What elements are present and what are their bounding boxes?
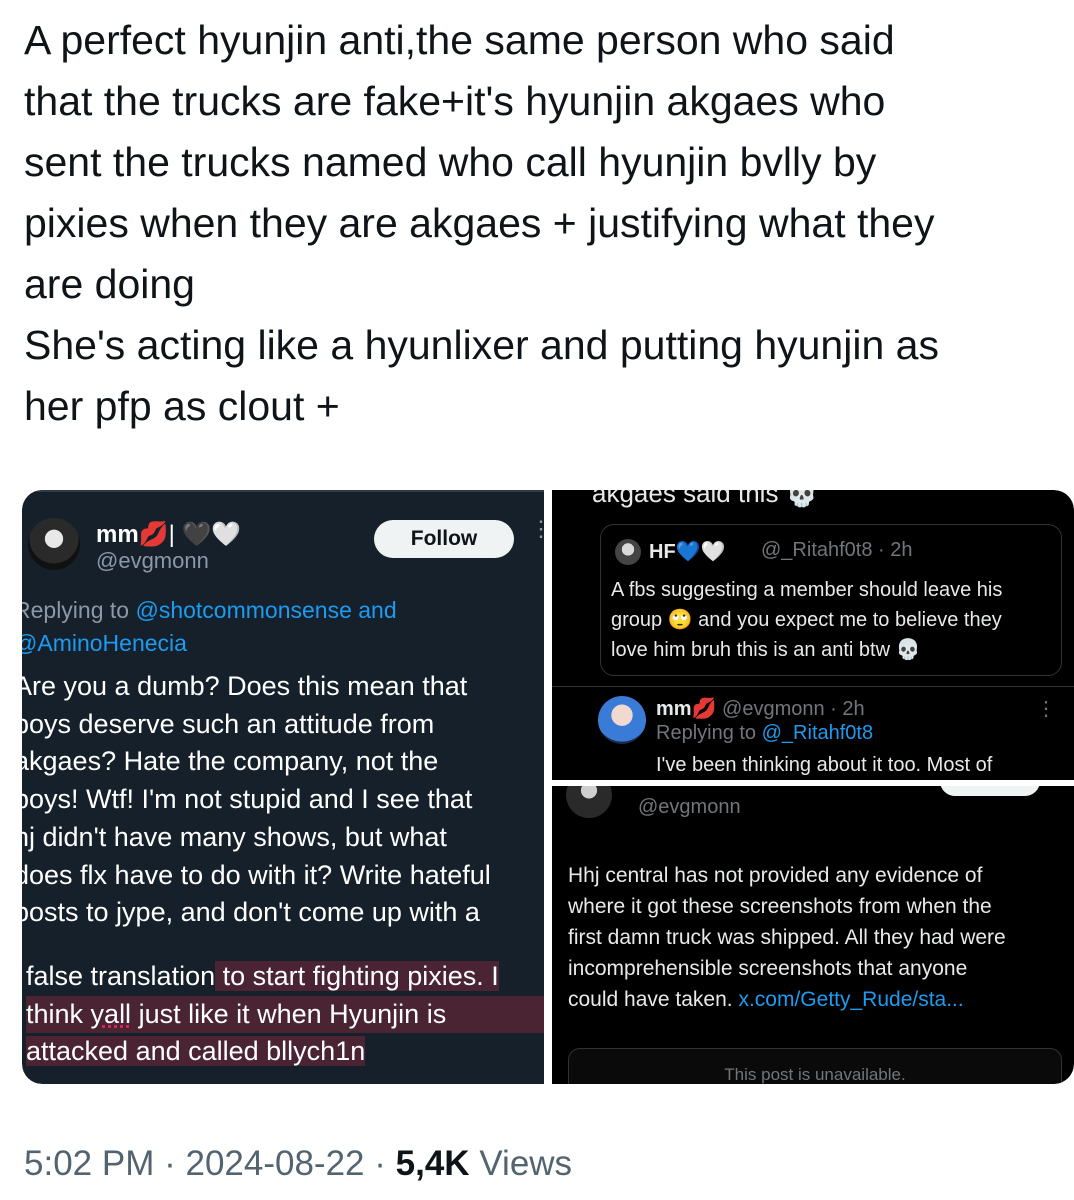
post-line: hj didn't have many shows, but what <box>22 821 447 852</box>
more-options-icon: ⋮ <box>530 516 544 541</box>
post-segment: false translation <box>26 961 216 991</box>
more-options-icon: ⋮ <box>1036 698 1056 720</box>
unavailable-text: This post is unavailable. <box>724 1065 906 1084</box>
post-segment: could have taken. <box>568 988 733 1011</box>
follow-button: Follow <box>940 786 1040 796</box>
reply-header: mm💋 @evgmonn · 2h <box>656 696 865 721</box>
post-body: Are you a dumb? Does this mean that boys… <box>22 668 544 932</box>
post-link: x.com/Getty_Rude/sta... <box>738 988 964 1011</box>
avatar <box>615 539 641 565</box>
tweet-line: sent the trucks named who call hyunjin b… <box>24 139 877 185</box>
media-image-left[interactable]: mm💋| 🖤🤍 @evgmonn Follow ⋮ Replying to @s… <box>22 490 544 1084</box>
follow-button: Follow <box>374 520 514 558</box>
post-line: incomprehensible screenshots that anyone <box>568 957 968 980</box>
post-line: could have taken. x.com/Getty_Rude/sta..… <box>568 984 1064 1015</box>
post-line: think yall just like it when Hyunjin is <box>26 995 544 1034</box>
post-body-continued: false translation to start fighting pixi… <box>26 958 544 1071</box>
media-image-right-top[interactable]: akgaes said this 💀 HF💙🤍 @_Ritahf0t8 · 2h… <box>552 490 1074 780</box>
post-line: boys deserve such an attitude from <box>22 708 435 739</box>
post-line: love him bruh this is an anti btw 💀 <box>611 639 921 661</box>
quoted-text: A fbs suggesting a member should leave h… <box>611 575 1051 665</box>
post-line: boys! Wtf! I'm not stupid and I see that <box>22 784 473 815</box>
post-line: false translation to start fighting pixi… <box>26 958 544 996</box>
user-handle: @evgmonn · 2h <box>722 698 865 720</box>
tweet-line: are doing <box>24 261 195 307</box>
highlighted-text: attacked and called bllych1n <box>26 1036 366 1067</box>
tweet-media-grid[interactable]: mm💋| 🖤🤍 @evgmonn Follow ⋮ Replying to @s… <box>22 490 1074 1084</box>
separator: · <box>164 1144 176 1183</box>
replying-to: Replying to @shotcommonsense and @AminoH… <box>22 594 397 660</box>
divider <box>22 490 544 492</box>
post-line: A fbs suggesting a member should leave h… <box>611 579 1003 601</box>
post-line: attacked and called bllych1n <box>26 1033 544 1071</box>
post-line: group 🙄 and you expect me to believe the… <box>611 609 1002 631</box>
replying-to: Replying to @_Ritahf0t8 <box>656 722 873 745</box>
media-image-right-bottom[interactable]: Follow @evgmonn Hhj central has not prov… <box>552 786 1074 1084</box>
tweet-time[interactable]: 5:02 PM <box>24 1144 154 1183</box>
replying-prefix: Replying to <box>656 722 757 744</box>
display-name-text: mm <box>96 521 139 548</box>
tweet-line: A perfect hyunjin anti,the same person w… <box>24 17 895 63</box>
avatar <box>28 518 80 570</box>
tweet-text: A perfect hyunjin anti,the same person w… <box>24 10 1054 437</box>
divider <box>552 686 1074 687</box>
post-line: Hhj central has not provided any evidenc… <box>568 864 983 887</box>
post-line: first damn truck was shipped. All they h… <box>568 926 1006 949</box>
post-segment: just like it when Hyunjin is <box>131 998 447 1029</box>
views-count: 5,4K <box>395 1144 470 1183</box>
display-name: mm💋| 🖤🤍 <box>96 520 241 549</box>
spellcheck-word: yall <box>90 998 132 1029</box>
caption-text: akgaes said this 💀 <box>592 490 819 508</box>
post-line: akgaes? Hate the company, not the <box>22 746 439 777</box>
avatar <box>566 786 612 818</box>
replying-user-link: @shotcommonsense <box>135 597 352 623</box>
quoted-post: HF💙🤍 @_Ritahf0t8 · 2h A fbs suggesting a… <box>600 524 1062 676</box>
tweet-date[interactable]: 2024-08-22 <box>185 1144 364 1183</box>
replying-and: and <box>358 597 397 623</box>
display-name: mm💋 <box>656 698 717 720</box>
display-name: HF💙🤍 <box>649 541 726 563</box>
post-segment: think <box>26 998 91 1029</box>
views-label: Views <box>479 1144 573 1183</box>
tweet-line: her pfp as clout + <box>24 383 340 429</box>
user-handle: @_Ritahf0t8 · 2h <box>761 539 913 561</box>
replying-user-link: @_Ritahf0t8 <box>761 722 874 744</box>
post-line: where it got these screenshots from when… <box>568 895 992 918</box>
post-line: posts to jype, and don't come up with a <box>22 897 480 928</box>
separator: · <box>374 1144 386 1183</box>
replying-user-link: @AminoHenecia <box>22 630 187 656</box>
tweet-meta: 5:02 PM · 2024-08-22 · 5,4K Views <box>24 1144 572 1184</box>
post-body: Hhj central has not provided any evidenc… <box>568 860 1064 1015</box>
tweet-line: pixies when they are akgaes + justifying… <box>24 200 935 246</box>
post-line: does flx have to do with it? Write hatef… <box>22 859 491 890</box>
tweet-line: that the trucks are fake+it's hyunjin ak… <box>24 78 886 124</box>
user-handle: @evgmonn <box>96 548 209 573</box>
post-line: Are you a dumb? Does this mean that <box>22 671 468 701</box>
replying-prefix: Replying to <box>22 597 130 623</box>
reply-text: I've been thinking about it too. Most of <box>656 754 993 776</box>
avatar <box>598 696 646 744</box>
display-name-emoji: 💋| 🖤🤍 <box>138 521 242 548</box>
tweet-line: She's acting like a hyunlixer and puttin… <box>24 322 939 368</box>
user-handle: @evgmonn <box>638 796 741 818</box>
highlighted-text: to start fighting pixies. I <box>215 961 499 991</box>
unavailable-post-card: This post is unavailable. <box>568 1048 1062 1084</box>
